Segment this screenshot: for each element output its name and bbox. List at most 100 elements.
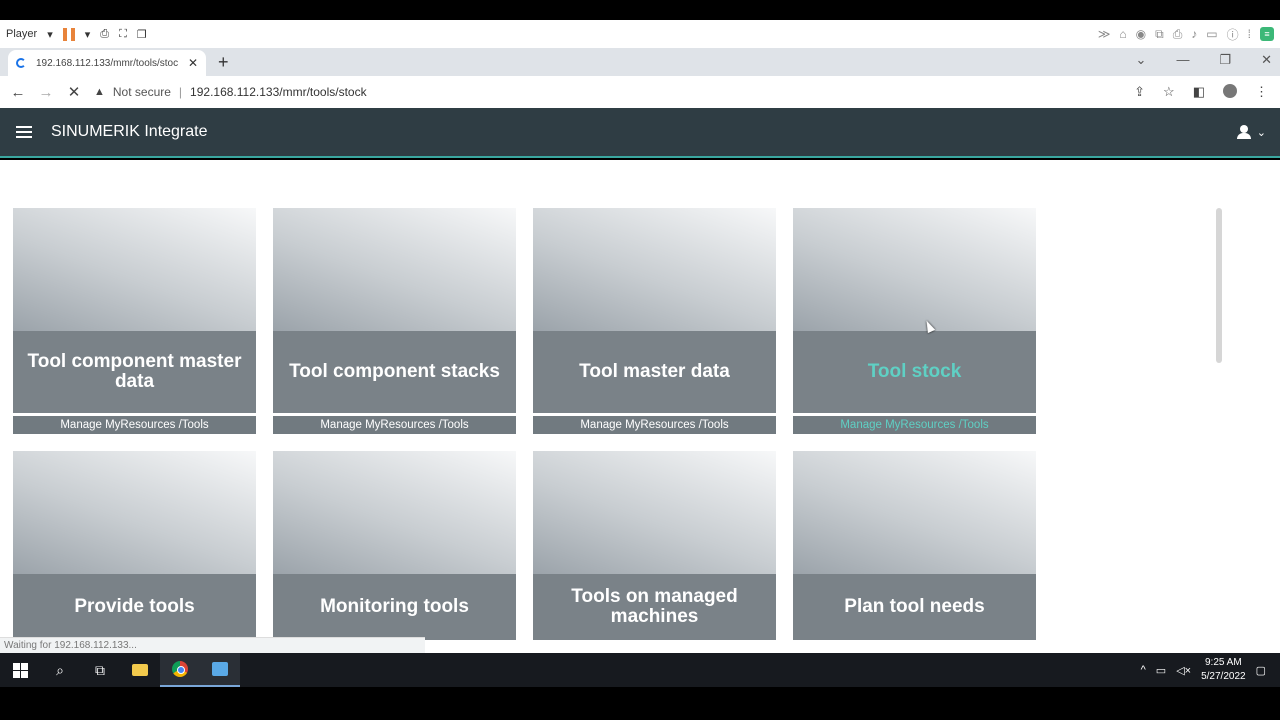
tile-title: Plan tool needs: [793, 574, 1036, 640]
tab-title: 192.168.112.133/mmr/tools/stoc: [36, 57, 179, 69]
tile-footer: Manage MyResources /Tools: [13, 414, 256, 434]
disc-icon[interactable]: ◉: [1136, 27, 1146, 41]
tile-title: Tool component master data: [13, 331, 256, 413]
tab-search-icon[interactable]: ⌄: [1136, 52, 1147, 68]
tile-image: [533, 208, 776, 331]
tile-title: Monitoring tools: [273, 574, 516, 640]
hamburger-menu-icon[interactable]: [16, 126, 32, 138]
security-label: Not secure: [112, 85, 171, 99]
tile-tool-stock[interactable]: Tool stock Manage MyResources /Tools: [793, 208, 1036, 434]
close-icon[interactable]: ✕: [188, 56, 198, 70]
status-bubble: Waiting for 192.168.112.133...: [0, 637, 425, 653]
tile-image: [13, 451, 256, 574]
app-title: SINUMERIK Integrate: [51, 123, 208, 140]
omnibox[interactable]: ▲ Not secure | 192.168.112.133/mmr/tools…: [94, 85, 367, 99]
tile-footer: Manage MyResources /Tools: [793, 414, 1036, 434]
app-button[interactable]: [200, 653, 240, 687]
tile-image: [533, 451, 776, 574]
browser-tab[interactable]: 192.168.112.133/mmr/tools/stoc ✕: [8, 50, 206, 76]
tile-title: Tool component stacks: [273, 331, 516, 413]
message-icon[interactable]: ≡: [1260, 27, 1274, 41]
chevron-up-icon[interactable]: ^: [1141, 664, 1146, 676]
tile-tool-component-master-data[interactable]: Tool component master data Manage MyReso…: [13, 208, 256, 434]
device-icon[interactable]: ▭: [1206, 27, 1217, 41]
tile-tools-on-managed-machines[interactable]: Tools on managed machines: [533, 451, 776, 653]
volume-muted-icon[interactable]: ◁×: [1176, 664, 1191, 677]
player-menu[interactable]: Player: [6, 28, 37, 40]
close-window-icon[interactable]: ✕: [1261, 52, 1272, 68]
share-icon[interactable]: ⇪: [1134, 84, 1145, 100]
tile-title: Provide tools: [13, 574, 256, 640]
new-tab-icon[interactable]: +: [218, 52, 229, 73]
forward-icon[interactable]: ≫: [1098, 27, 1111, 41]
chrome-icon: [172, 661, 188, 677]
restore-icon[interactable]: ❐: [1219, 52, 1231, 68]
scrollbar[interactable]: [1216, 208, 1222, 363]
tile-image: [273, 208, 516, 331]
tile-title: Tool stock: [793, 331, 1036, 413]
dropdown-icon[interactable]: ▾: [85, 28, 91, 41]
tile-tool-master-data[interactable]: Tool master data Manage MyResources /Too…: [533, 208, 776, 434]
tile-title: Tools on managed machines: [533, 574, 776, 640]
start-button[interactable]: [0, 653, 40, 687]
tile-footer: Manage MyResources /Tools: [273, 414, 516, 434]
player-toolbar: Player ▾ ▾ ⎙ ⛶ ❐ ≫ ⌂ ◉ ⧉ ⎙ ♪ ▭ ⓘ ⁞ ≡: [0, 20, 1280, 48]
folder-icon: [132, 664, 148, 676]
tile-plan-tool-needs[interactable]: Plan tool needs: [793, 451, 1036, 653]
pause-icon[interactable]: [62, 27, 75, 41]
tile-monitoring-tools[interactable]: Monitoring tools: [273, 451, 516, 653]
side-panel-icon[interactable]: ◧: [1193, 84, 1205, 100]
tab-strip: 192.168.112.133/mmr/tools/stoc ✕ + ⌄ — ❐…: [0, 48, 1280, 76]
clock-date: 5/27/2022: [1201, 671, 1246, 682]
tile-image: [793, 208, 1036, 331]
user-menu[interactable]: ⌄: [1236, 125, 1266, 139]
more-menu-icon[interactable]: ⋮: [1255, 84, 1268, 100]
tile-image: [13, 208, 256, 331]
drive-icon[interactable]: ⌂: [1119, 27, 1126, 41]
sound-icon[interactable]: ♪: [1191, 27, 1197, 41]
user-icon: [1236, 125, 1251, 139]
app-header: SINUMERIK Integrate ⌄: [0, 108, 1280, 158]
taskbar: ⌕ ⧉ ^ ▭ ◁× 9:25 AM 5/27/2022 ▢: [0, 653, 1280, 687]
back-icon[interactable]: ←: [4, 84, 32, 101]
network-icon[interactable]: ⧉: [1155, 27, 1164, 42]
chrome-button[interactable]: [160, 653, 200, 687]
app-icon: [212, 662, 228, 676]
bookmark-star-icon[interactable]: ☆: [1163, 84, 1175, 100]
clock-time: 9:25 AM: [1204, 657, 1242, 668]
network-icon[interactable]: ▭: [1156, 664, 1166, 677]
system-tray: ^ ▭ ◁× 9:25 AM 5/27/2022 ▢: [1141, 656, 1280, 684]
printer-icon[interactable]: ⎙: [1173, 27, 1183, 42]
profile-avatar-icon[interactable]: [1223, 84, 1237, 98]
stop-icon[interactable]: ✕: [60, 83, 88, 101]
windows-icon: [12, 662, 28, 678]
clock[interactable]: 9:25 AM 5/27/2022: [1201, 656, 1246, 684]
tile-title: Tool master data: [533, 331, 776, 413]
warning-icon: ▲: [94, 86, 105, 98]
divider: |: [178, 85, 183, 99]
forward-icon[interactable]: →: [32, 84, 60, 101]
tile-grid: Tool component master data Manage MyReso…: [0, 160, 1280, 653]
handle-icon[interactable]: ⁞: [1248, 27, 1251, 41]
unity-icon[interactable]: ❐: [137, 28, 147, 41]
dropdown-icon[interactable]: ▾: [47, 28, 53, 41]
tile-footer: Manage MyResources /Tools: [533, 414, 776, 434]
window-controls: ⌄ — ❐ ✕: [1136, 52, 1272, 68]
tile-tool-component-stacks[interactable]: Tool component stacks Manage MyResources…: [273, 208, 516, 434]
task-view-icon[interactable]: ⧉: [80, 653, 120, 687]
address-bar: ← → ✕ ▲ Not secure | 192.168.112.133/mmr…: [0, 76, 1280, 108]
url-text[interactable]: 192.168.112.133/mmr/tools/stock: [190, 85, 367, 99]
tile-provide-tools[interactable]: Provide tools: [13, 451, 256, 653]
search-icon[interactable]: ⌕: [40, 653, 80, 687]
chevron-down-icon: ⌄: [1256, 126, 1266, 139]
notifications-icon[interactable]: ▢: [1256, 664, 1266, 677]
minimize-icon[interactable]: —: [1176, 52, 1189, 68]
tile-image: [273, 451, 516, 574]
usb-icon[interactable]: ⓘ: [1227, 26, 1239, 43]
file-explorer-button[interactable]: [120, 653, 160, 687]
tile-image: [793, 451, 1036, 574]
send-keys-icon[interactable]: ⎙: [100, 28, 109, 41]
loading-spinner-icon: [16, 58, 26, 68]
screen: Player ▾ ▾ ⎙ ⛶ ❐ ≫ ⌂ ◉ ⧉ ⎙ ♪ ▭ ⓘ ⁞ ≡ 192…: [0, 0, 1280, 720]
fullscreen-icon[interactable]: ⛶: [119, 28, 127, 41]
